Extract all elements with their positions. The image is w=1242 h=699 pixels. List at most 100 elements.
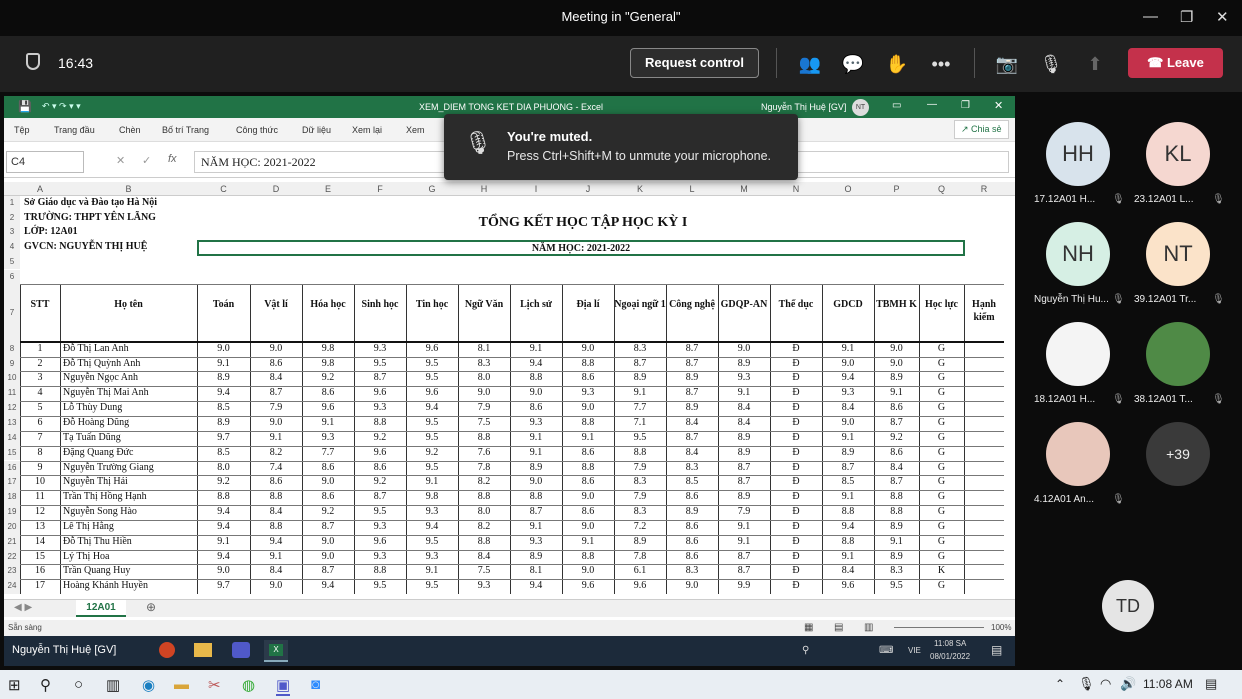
column-header[interactable]: M <box>718 182 770 196</box>
table-cell[interactable]: 9.2 <box>406 446 458 461</box>
table-cell[interactable]: G <box>919 416 964 431</box>
table-cell[interactable]: 8.7 <box>666 431 718 446</box>
teams-icon[interactable] <box>232 642 250 658</box>
table-cell[interactable]: 8.1 <box>458 342 510 357</box>
table-cell[interactable]: Tạ Tuấn Dũng <box>60 431 197 446</box>
table-cell[interactable]: Nguyễn Ngọc Anh <box>60 371 197 386</box>
table-cell[interactable]: 9.0 <box>197 342 250 357</box>
table-cell[interactable]: 10 <box>20 475 60 490</box>
table-cell[interactable]: 9.0 <box>250 342 302 357</box>
table-cell[interactable]: 8.9 <box>874 550 919 565</box>
table-cell[interactable]: 8.2 <box>250 446 302 461</box>
table-cell[interactable]: 8.6 <box>666 535 718 550</box>
table-cell[interactable]: 8.3 <box>614 342 666 357</box>
table-cell[interactable]: 8.0 <box>458 505 510 520</box>
table-cell[interactable]: G <box>919 386 964 401</box>
table-cell[interactable]: 8.9 <box>666 371 718 386</box>
table-cell[interactable]: 9.1 <box>874 386 919 401</box>
tray-overflow-icon[interactable]: ⌃ <box>1055 677 1065 691</box>
table-cell[interactable]: 7.8 <box>614 550 666 565</box>
table-cell[interactable]: 9.0 <box>562 401 614 416</box>
zoom-icon[interactable]: ◙ <box>311 676 320 693</box>
table-cell[interactable]: 8.7 <box>302 520 354 535</box>
table-cell[interactable]: 8.6 <box>302 490 354 505</box>
table-cell[interactable]: 8.8 <box>458 431 510 446</box>
table-cell[interactable]: 8.4 <box>666 446 718 461</box>
table-cell[interactable]: 12 <box>20 505 60 520</box>
table-cell[interactable]: 8.7 <box>666 386 718 401</box>
keyboard-icon[interactable]: ⌨ <box>879 645 893 656</box>
minimize-icon[interactable]: — <box>927 99 937 110</box>
table-cell[interactable]: 8.7 <box>302 564 354 579</box>
table-cell[interactable]: 9.0 <box>718 342 770 357</box>
restore-icon[interactable]: ❐ <box>961 100 970 111</box>
table-cell[interactable]: 9.6 <box>822 579 874 594</box>
table-cell[interactable]: 7.9 <box>718 505 770 520</box>
table-cell[interactable]: 8.9 <box>874 520 919 535</box>
column-header[interactable]: G <box>406 182 458 196</box>
table-cell[interactable]: 9.3 <box>406 550 458 565</box>
table-cell[interactable]: 9.1 <box>822 490 874 505</box>
table-cell[interactable]: 8.1 <box>510 564 562 579</box>
table-cell[interactable]: 7.9 <box>250 401 302 416</box>
table-cell[interactable]: G <box>919 342 964 357</box>
participant-avatar[interactable] <box>1046 422 1110 486</box>
edge-icon[interactable]: ◉ <box>142 676 155 694</box>
table-cell[interactable]: 8.2 <box>458 520 510 535</box>
table-cell[interactable]: 9.5 <box>406 579 458 594</box>
table-cell[interactable]: 9.0 <box>302 475 354 490</box>
table-cell[interactable]: 8.4 <box>718 416 770 431</box>
volume-icon[interactable]: 🔊 <box>1120 676 1136 692</box>
column-header[interactable]: E <box>302 182 354 196</box>
table-cell[interactable]: 8.7 <box>666 357 718 372</box>
participant-avatar[interactable]: NH <box>1046 222 1110 286</box>
table-cell[interactable]: Đ <box>770 371 822 386</box>
column-header[interactable]: H <box>458 182 510 196</box>
cortana-icon[interactable]: ○ <box>74 676 83 693</box>
table-cell[interactable]: 9.1 <box>250 431 302 446</box>
action-center-icon[interactable]: ▤ <box>1205 676 1217 692</box>
table-cell[interactable]: 8.7 <box>614 357 666 372</box>
participant-avatar[interactable] <box>1046 322 1110 386</box>
table-cell[interactable]: K <box>919 564 964 579</box>
table-cell[interactable]: 9.5 <box>406 535 458 550</box>
table-cell[interactable]: Trần Thị Hồng Hạnh <box>60 490 197 505</box>
table-cell[interactable]: 9.4 <box>197 386 250 401</box>
table-cell[interactable]: Đ <box>770 475 822 490</box>
table-cell[interactable]: 8.7 <box>874 475 919 490</box>
table-cell[interactable]: 8.3 <box>874 564 919 579</box>
close-icon[interactable]: ✕ <box>1216 8 1229 26</box>
table-cell[interactable]: 9.2 <box>302 371 354 386</box>
participant-avatar[interactable] <box>1146 322 1210 386</box>
table-cell[interactable]: Đỗ Thị Thu Hiền <box>60 535 197 550</box>
table-cell[interactable]: 7.9 <box>614 461 666 476</box>
table-cell[interactable]: Lỗ Thùy Dung <box>60 401 197 416</box>
table-cell[interactable]: 9.3 <box>354 550 406 565</box>
worksheet-grid[interactable]: 1 2 3 4 5 6 7 8 9 10 11 12 13 14 15 16 17 18 19 20 21 22 23 24 S… <box>4 196 1015 595</box>
table-cell[interactable]: 9.6 <box>562 579 614 594</box>
table-cell[interactable]: 8.5 <box>197 446 250 461</box>
ribbon-display-icon[interactable]: ▭ <box>892 100 901 111</box>
ribbon-tab[interactable]: Chèn <box>119 125 141 135</box>
column-header[interactable]: K <box>614 182 666 196</box>
name-box[interactable]: C4 <box>6 151 84 173</box>
table-cell[interactable]: Nguyễn Trường Giang <box>60 461 197 476</box>
table-cell[interactable]: 9.3 <box>562 386 614 401</box>
table-cell[interactable]: G <box>919 550 964 565</box>
table-cell[interactable]: 9.5 <box>354 357 406 372</box>
table-cell[interactable]: 8.7 <box>822 461 874 476</box>
table-cell[interactable]: 9.4 <box>197 550 250 565</box>
table-cell[interactable]: 8.7 <box>354 490 406 505</box>
table-cell[interactable]: 8.3 <box>458 357 510 372</box>
table-cell[interactable]: 9.5 <box>406 431 458 446</box>
table-cell[interactable]: 9.1 <box>562 431 614 446</box>
table-cell[interactable]: 8.9 <box>197 371 250 386</box>
people-icon[interactable]: 👥 <box>797 51 823 77</box>
table-cell[interactable]: 9.1 <box>250 550 302 565</box>
table-cell[interactable]: 9.0 <box>874 342 919 357</box>
table-cell[interactable]: 9.1 <box>614 386 666 401</box>
table-cell[interactable]: 8.8 <box>458 535 510 550</box>
table-cell[interactable]: 9.1 <box>406 564 458 579</box>
table-cell[interactable]: 17 <box>20 579 60 594</box>
table-cell[interactable]: 8.7 <box>718 475 770 490</box>
